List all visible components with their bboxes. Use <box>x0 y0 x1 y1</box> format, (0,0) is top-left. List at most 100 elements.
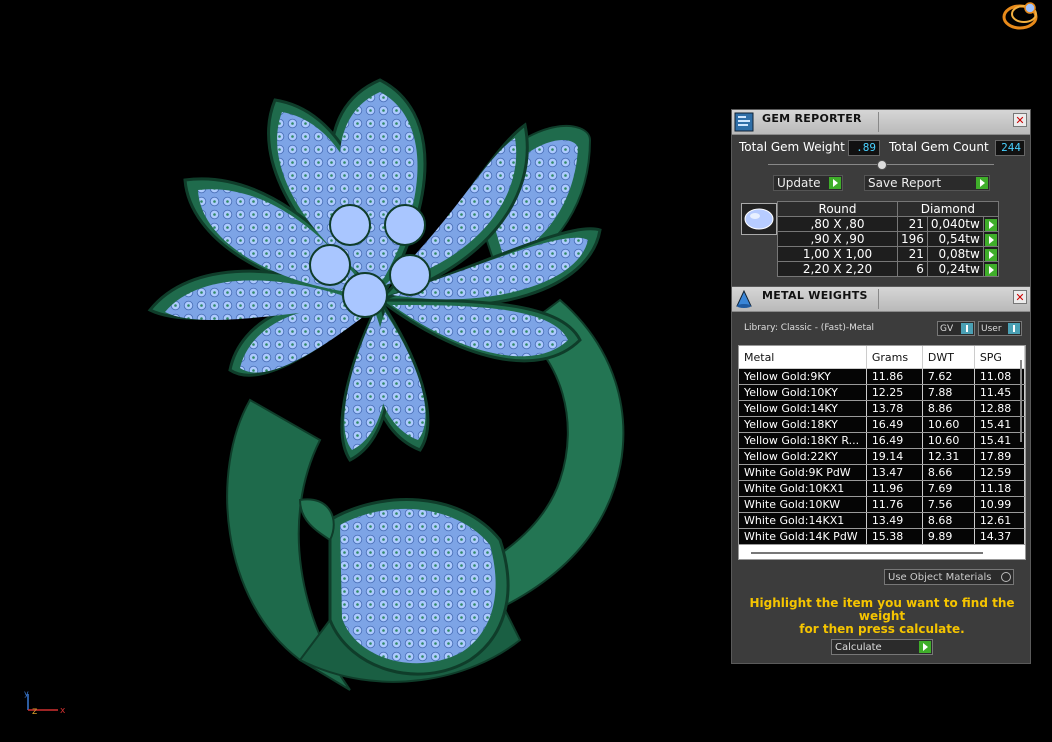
metal-row[interactable]: Yellow Gold:9KY 11.86 7.62 11.08 <box>739 368 1025 385</box>
metal-grams: 19.14 <box>866 448 923 465</box>
metal-row[interactable]: White Gold:14K PdW 15.38 9.89 14.37 <box>739 528 1025 545</box>
metal-name: Yellow Gold:22KY <box>739 448 867 465</box>
axis-y-label: y <box>24 690 29 698</box>
gem-size: ,80 X ,80 <box>777 216 898 232</box>
total-gem-count-value: 244 <box>995 140 1025 156</box>
gem-row-go-button[interactable] <box>982 246 999 262</box>
gem-count: 6 <box>897 261 928 277</box>
play-arrow-icon <box>984 263 997 276</box>
metal-dwt: 7.88 <box>922 384 975 401</box>
metal-grams: 11.86 <box>866 368 923 385</box>
titlebar-divider <box>878 112 879 132</box>
save-report-button-label: Save Report <box>868 176 942 190</box>
total-gem-count-label: Total Gem Count <box>889 140 989 154</box>
radio-button-icon[interactable] <box>1001 572 1011 582</box>
metal-spg: 17.89 <box>974 448 1025 465</box>
metal-row[interactable]: Yellow Gold:22KY 19.14 12.31 17.89 <box>739 448 1025 465</box>
metal-row[interactable]: Yellow Gold:10KY 12.25 7.88 11.45 <box>739 384 1025 401</box>
metal-name: White Gold:14KX1 <box>739 512 867 529</box>
metal-row[interactable]: Yellow Gold:18KY R... 16.49 10.60 15.41 <box>739 432 1025 449</box>
metal-dwt: 8.86 <box>922 400 975 417</box>
metal-spg: 15.41 <box>974 432 1025 449</box>
close-icon[interactable]: ✕ <box>1013 290 1027 304</box>
ring-logo-icon <box>1002 2 1038 30</box>
metal-grams: 13.49 <box>866 512 923 529</box>
instruction-line-1: Highlight the item you want to find the … <box>749 596 1015 623</box>
gem-size: ,90 X ,90 <box>777 231 898 247</box>
save-report-button[interactable]: Save Report <box>864 175 990 191</box>
axis-gizmo: y z x <box>24 690 66 717</box>
close-icon[interactable]: ✕ <box>1013 113 1027 127</box>
metal-dwt: 7.69 <box>922 480 975 497</box>
metal-dwt: 8.66 <box>922 464 975 481</box>
metal-row[interactable]: Yellow Gold:14KY 13.78 8.86 12.88 <box>739 400 1025 417</box>
metal-name: Yellow Gold:14KY <box>739 400 867 417</box>
calculate-button[interactable]: Calculate <box>831 639 933 655</box>
gem-reporter-titlebar[interactable]: GEM REPORTER ✕ <box>732 110 1030 135</box>
metal-row[interactable]: White Gold:9K PdW 13.47 8.66 12.59 <box>739 464 1025 481</box>
gem-row-go-button[interactable] <box>982 216 999 232</box>
gem-table: Round Diamond ,80 X ,80 21 0,040tw ,90 X… <box>777 201 999 277</box>
metal-dwt: 10.60 <box>922 432 975 449</box>
metal-dwt: 9.89 <box>922 528 975 545</box>
metal-row[interactable]: White Gold:10KW 11.76 7.56 10.99 <box>739 496 1025 513</box>
metal-name: Yellow Gold:9KY <box>739 368 867 385</box>
gem-row[interactable]: ,90 X ,90 196 0,54tw <box>777 231 999 247</box>
col-dwt[interactable]: DWT <box>922 346 975 369</box>
gem-size: 1,00 X 1,00 <box>777 246 898 262</box>
gem-col-type: Diamond <box>897 201 999 217</box>
gem-row[interactable]: 1,00 X 1,00 21 0,08tw <box>777 246 999 262</box>
metal-grams: 12.25 <box>866 384 923 401</box>
gem-row[interactable]: ,80 X ,80 21 0,040tw <box>777 216 999 232</box>
metal-name: Yellow Gold:18KY R... <box>739 432 867 449</box>
col-spg[interactable]: SPG <box>974 346 1025 369</box>
gem-count: 196 <box>897 231 928 247</box>
metal-spg: 11.45 <box>974 384 1025 401</box>
metal-spg: 11.08 <box>974 368 1025 385</box>
gem-reporter-title: GEM REPORTER <box>762 112 862 125</box>
toggle-switch-icon <box>1008 323 1020 334</box>
use-object-materials-option[interactable]: Use Object Materials <box>884 569 1014 585</box>
play-arrow-icon <box>829 177 841 189</box>
metal-weights-panel: METAL WEIGHTS ✕ Library: Classic - (Fast… <box>731 286 1031 664</box>
col-metal[interactable]: Metal <box>739 346 867 369</box>
axis-z-label: z <box>32 706 37 717</box>
play-arrow-icon <box>984 248 997 261</box>
metal-name: White Gold:9K PdW <box>739 464 867 481</box>
metal-name: White Gold:14K PdW <box>739 528 867 545</box>
metal-name: White Gold:10KX1 <box>739 480 867 497</box>
gem-row[interactable]: 2,20 X 2,20 6 0,24tw <box>777 261 999 277</box>
ring-model[interactable] <box>0 0 700 742</box>
metal-grams: 11.96 <box>866 480 923 497</box>
gv-toggle[interactable]: GV <box>937 321 975 336</box>
col-grams[interactable]: Grams <box>866 346 923 369</box>
update-button[interactable]: Update <box>773 175 843 191</box>
metal-weights-table: Metal Grams DWT SPG Yellow Gold:9KY 11.86… <box>739 346 1025 545</box>
vertical-scrollbar[interactable] <box>1020 360 1022 442</box>
gem-row-go-button[interactable] <box>982 231 999 247</box>
horizontal-scrollbar[interactable] <box>751 552 983 554</box>
metal-spg: 12.88 <box>974 400 1025 417</box>
metal-dwt: 10.60 <box>922 416 975 433</box>
metal-dwt: 7.56 <box>922 496 975 513</box>
metal-row[interactable]: White Gold:14KX1 13.49 8.68 12.61 <box>739 512 1025 529</box>
metal-dwt: 12.31 <box>922 448 975 465</box>
metal-spg: 14.37 <box>974 528 1025 545</box>
total-gem-weight-value: .89 <box>848 140 880 156</box>
metal-grams: 13.47 <box>866 464 923 481</box>
metal-row[interactable]: Yellow Gold:18KY 16.49 10.60 15.41 <box>739 416 1025 433</box>
metal-weights-titlebar[interactable]: METAL WEIGHTS ✕ <box>732 287 1030 312</box>
metal-grams: 15.38 <box>866 528 923 545</box>
round-diamond-icon <box>741 203 777 235</box>
update-button-label: Update <box>777 176 821 190</box>
metal-row[interactable]: White Gold:10KX1 11.96 7.69 11.18 <box>739 480 1025 497</box>
instruction-line-2: for then press calculate. <box>799 622 965 636</box>
metal-spg: 15.41 <box>974 416 1025 433</box>
axis-x-label: x <box>60 706 66 716</box>
gem-row-go-button[interactable] <box>982 261 999 277</box>
play-arrow-icon <box>984 218 997 231</box>
gem-slider-knob[interactable] <box>877 160 887 170</box>
user-toggle[interactable]: User <box>978 321 1022 336</box>
gem-count: 21 <box>897 216 928 232</box>
metal-weights-list[interactable]: Metal Grams DWT SPG Yellow Gold:9KY 11.86… <box>738 345 1026 560</box>
